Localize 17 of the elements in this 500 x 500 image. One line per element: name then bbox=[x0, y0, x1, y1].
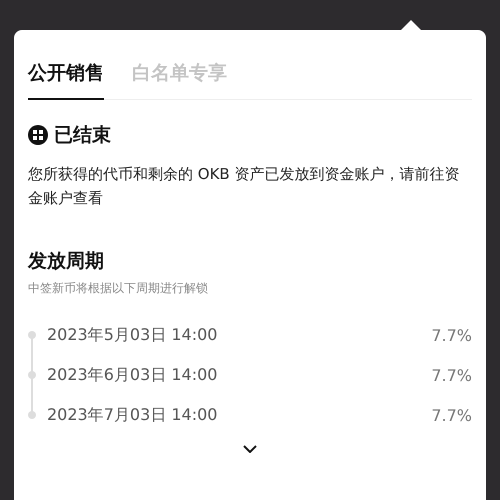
unlock-date: 2023年5月03日 14:00 bbox=[47, 324, 218, 346]
unlock-percent: 7.7% bbox=[431, 406, 472, 424]
timeline-dot bbox=[28, 371, 36, 379]
unlock-date: 2023年6月03日 14:00 bbox=[47, 364, 218, 386]
timeline-dot bbox=[28, 411, 36, 419]
unlock-percent: 7.7% bbox=[431, 366, 472, 384]
section-title: 发放周期 bbox=[28, 249, 105, 274]
timeline-dot bbox=[28, 331, 36, 339]
unlock-percent: 7.7% bbox=[431, 326, 472, 344]
expand-button[interactable] bbox=[243, 445, 257, 453]
chevron-icon bbox=[243, 445, 257, 453]
section-subtitle: 中签新币将根据以下周期进行解锁 bbox=[28, 280, 209, 297]
tab[interactable]: 公开销售 bbox=[28, 58, 104, 100]
status-title: 已结束 bbox=[54, 123, 111, 148]
unlock-date: 2023年7月03日 14:00 bbox=[47, 404, 218, 426]
status-description: 您所获得的代币和剩余的 OKB 资产已发放到资金账户，请前往资金账户查看 bbox=[28, 164, 460, 209]
status-icon bbox=[28, 125, 48, 145]
